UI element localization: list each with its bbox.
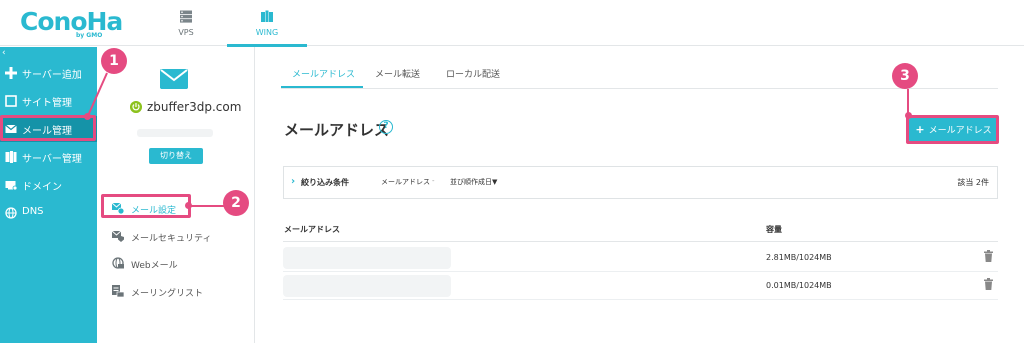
capacity-value: 2.81MB/1024MB [766,253,832,262]
sort-select[interactable]: 作成日▼ [471,177,497,187]
menu-label: Webメール [131,261,178,271]
sort-label: 並び順 [450,178,471,186]
leader-dot-2 [185,202,192,209]
tab-mail-address[interactable]: メールアドレス [292,67,355,80]
site-icon [5,95,17,107]
page-title: メールアドレス [284,121,390,139]
top-nav-vps[interactable]: VPS [146,0,226,46]
logo-text: ConoHa [20,7,123,36]
server-icon [180,10,192,23]
step-badge-1: 1 [101,48,127,74]
help-icon[interactable]: ? [379,120,393,134]
sidebar-item-label: DNS [22,206,44,217]
sidebar-item-add-server[interactable]: サーバー追加 [0,60,97,86]
column-header-capacity: 容量 [766,225,782,234]
trash-icon[interactable] [984,278,993,290]
capacity-value: 0.01MB/1024MB [766,281,832,290]
filter-label: 絞り込み条件 [301,178,349,187]
sidebar: ‹ サーバー追加 サイト管理 メール管理 サーバー管理 ドメイン DNS [0,47,97,343]
blurred-mail-address [283,247,451,269]
sidebar-collapse-toggle[interactable]: ‹ [2,48,6,58]
sidebar-item-domain[interactable]: ドメイン [0,172,97,198]
switch-domain-button[interactable]: 切り替え [149,148,203,164]
filter-field-select[interactable]: メールアドレス [381,177,430,187]
globe-icon [5,207,17,219]
table-header-divider [283,241,998,242]
envelope-icon [160,69,188,89]
conoha-logo[interactable]: ConoHa by GMO [20,7,123,40]
wing-icon [261,10,273,22]
top-nav-wing-label: WING [255,28,279,37]
blurred-mail-address [283,275,451,297]
highlight-box-mail-management [0,115,96,141]
menu-mail-security[interactable]: メールセキュリティ [97,223,255,249]
menu-webmail[interactable]: Webメール [97,250,255,276]
sidebar-item-server-management[interactable]: サーバー管理 [0,144,97,170]
top-bar: ConoHa by GMO VPS WING [0,0,1024,47]
sidebar-item-dns[interactable]: DNS [0,200,97,226]
server-manage-icon [5,151,17,163]
blurred-detail [137,129,213,137]
table-row[interactable]: 0.01MB/1024MB [283,272,998,300]
tab-local-delivery[interactable]: ローカル配送 [446,67,500,80]
webmail-icon [112,257,124,269]
sidebar-item-label: サイト管理 [22,98,72,109]
filter-field-dropdown[interactable]: - [432,177,435,185]
highlight-box-add-button [906,115,999,144]
domain-icon [5,181,17,191]
sidebar-item-label: ドメイン [22,182,62,193]
table-row[interactable]: 2.81MB/1024MB [283,244,998,272]
step-badge-3: 3 [892,63,918,89]
result-count: 該当 2件 [957,178,989,187]
domain-name: zbuffer3dp.com [147,100,242,114]
logo-sub: by GMO [76,32,103,39]
column-header-address: メールアドレス [284,225,340,234]
top-nav-vps-label: VPS [178,28,194,37]
highlight-box-mail-settings [101,194,191,218]
leader-line-2 [188,205,224,207]
active-tab-underline [281,86,363,88]
power-status-icon [130,101,142,113]
mailing-list-icon [112,285,124,297]
sidebar-item-label: サーバー追加 [22,70,82,81]
sidebar-item-site-management[interactable]: サイト管理 [0,88,97,114]
filter-bar[interactable]: › 絞り込み条件 メールアドレス - 並び順 作成日▼ 該当 2件 [283,166,998,199]
plus-icon [5,67,17,79]
chevron-right-icon: › [291,176,296,187]
sidebar-item-label: サーバー管理 [22,154,82,165]
tab-mail-forward[interactable]: メール転送 [375,67,420,80]
top-nav-wing[interactable]: WING [227,0,307,47]
trash-icon[interactable] [984,250,993,262]
leader-dot-1 [84,113,91,120]
menu-label: メーリングリスト [131,289,204,299]
tab-divider [281,88,998,89]
mail-security-icon [112,230,124,242]
menu-mailing-list[interactable]: メーリングリスト [97,278,255,304]
leader-dot-3 [905,112,912,119]
step-badge-2: 2 [223,190,249,216]
menu-label: メールセキュリティ [131,234,212,244]
